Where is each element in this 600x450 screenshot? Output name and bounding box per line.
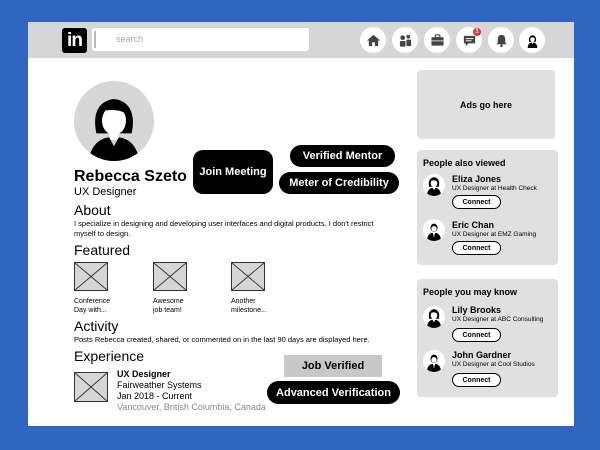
me-avatar-icon[interactable]	[519, 27, 545, 53]
search-cursor	[94, 31, 96, 48]
connect-button[interactable]: Connect	[452, 328, 501, 342]
meter-of-credibility-button[interactable]: Meter of Credibility	[279, 172, 399, 194]
experience-company: Fairweather Systems	[117, 380, 202, 390]
about-text: I specialize in designing and developing…	[74, 219, 374, 238]
search-placeholder: search	[116, 34, 144, 44]
featured-image[interactable]	[153, 262, 187, 291]
people-you-may-know-title: People you may know	[423, 287, 518, 297]
featured-image[interactable]	[231, 262, 265, 291]
avatar[interactable]	[423, 350, 445, 372]
search-input[interactable]: search	[92, 28, 309, 51]
top-navigation-bar: in search 1	[28, 22, 574, 58]
featured-caption-line: job team!	[153, 307, 182, 314]
avatar[interactable]	[423, 306, 445, 328]
featured-caption[interactable]: Conference Day with...	[74, 297, 110, 315]
featured-heading: Featured	[74, 242, 131, 258]
advanced-verification-button[interactable]: Advanced Verification	[267, 381, 400, 404]
experience-location: Vancouver, British Columbia, Canada	[117, 402, 266, 412]
profile-name: Rebecca Szeto	[74, 168, 187, 185]
experience-heading: Experience	[74, 348, 145, 364]
network-icon[interactable]	[392, 27, 418, 53]
featured-caption-line: Another	[231, 298, 256, 305]
people-also-viewed-title: People also viewed	[423, 158, 506, 168]
about-heading: About	[74, 202, 111, 218]
profile-headline: UX Designer	[74, 186, 137, 198]
people-also-viewed-card: People also viewed Eliza Jones UX Design…	[417, 150, 558, 265]
featured-caption-line: milestone...	[231, 307, 267, 314]
featured-caption[interactable]: Another milestone...	[231, 297, 267, 315]
messaging-icon[interactable]: 1	[456, 27, 482, 53]
activity-text: Posts Rebecca created, shared, or commen…	[74, 335, 370, 344]
linkedin-logo-icon[interactable]: in	[62, 28, 87, 53]
featured-caption-line: Day with...	[74, 307, 107, 314]
verified-mentor-button[interactable]: Verified Mentor	[290, 145, 395, 167]
job-verified-badge[interactable]: Job Verified	[284, 355, 382, 377]
home-icon[interactable]	[360, 27, 386, 53]
experience-title: UX Designer	[117, 369, 171, 379]
profile-photo[interactable]	[74, 81, 154, 161]
person-name[interactable]: Eric Chan	[452, 220, 494, 230]
experience-dates: Jan 2018 - Current	[117, 391, 193, 401]
featured-image[interactable]	[74, 262, 108, 291]
avatar[interactable]	[423, 174, 445, 196]
join-meeting-button[interactable]: Join Meeting	[193, 150, 273, 194]
person-name[interactable]: Lily Brooks	[452, 305, 501, 315]
featured-caption-line: Conference	[74, 298, 111, 305]
connect-button[interactable]: Connect	[452, 241, 501, 255]
featured-caption[interactable]: Awesome job team!	[153, 297, 184, 315]
activity-heading: Activity	[74, 318, 119, 334]
featured-caption-line: Awesome	[153, 298, 184, 305]
company-logo	[74, 372, 108, 402]
profile-page: in search 1 Rebecca Szeto UX Designer Jo…	[28, 22, 574, 426]
message-badge: 1	[473, 28, 481, 36]
connect-button[interactable]: Connect	[452, 373, 501, 387]
person-name[interactable]: John Gardner	[452, 350, 511, 360]
person-role: UX Designer at EMZ Gaming	[452, 231, 537, 238]
jobs-icon[interactable]	[424, 27, 450, 53]
people-you-may-know-card: People you may know Lily Brooks UX Desig…	[417, 279, 558, 397]
person-role: UX Designer at Cool Studios	[452, 361, 535, 368]
person-name[interactable]: Eliza Jones	[452, 174, 501, 184]
person-role: UX Designer at Health Check	[452, 185, 537, 192]
ads-panel[interactable]: Ads go here	[417, 70, 555, 139]
notifications-icon[interactable]	[488, 27, 514, 53]
avatar[interactable]	[423, 219, 445, 241]
connect-button[interactable]: Connect	[452, 195, 501, 209]
person-role: UX Designer at ABC Consulting	[452, 316, 544, 323]
